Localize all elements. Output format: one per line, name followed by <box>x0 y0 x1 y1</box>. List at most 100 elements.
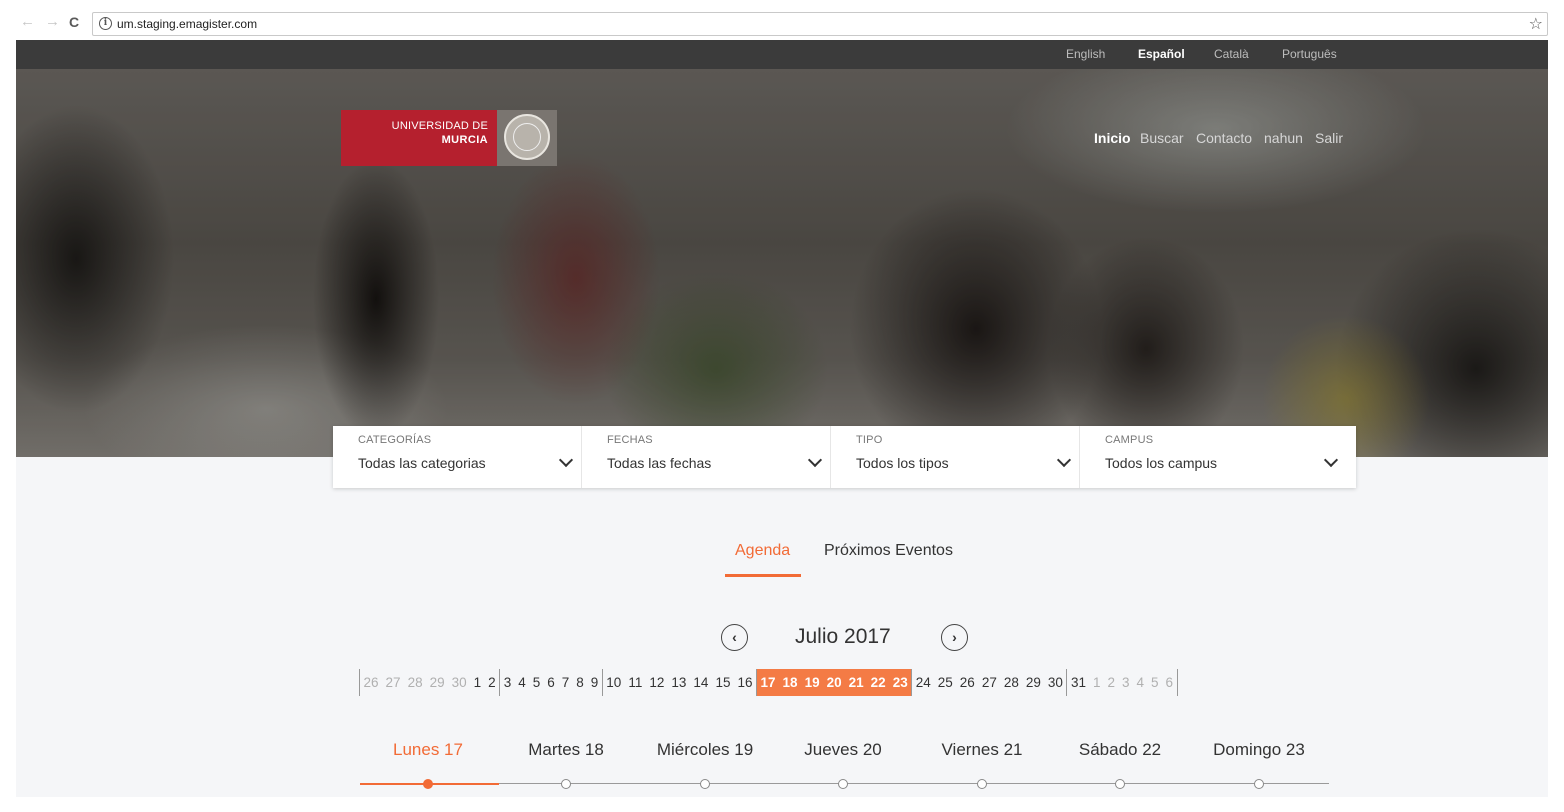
language-bar: English Español Català Português <box>16 40 1548 69</box>
nav-user[interactable]: nahun <box>1264 130 1303 146</box>
day-cell[interactable]: 3 <box>1119 669 1134 696</box>
week-day-tab[interactable]: Lunes 17 <box>393 740 463 760</box>
day-cell[interactable]: 9 <box>587 669 602 696</box>
day-cell[interactable]: 25 <box>934 669 956 696</box>
filter-value: Todas las fechas <box>607 455 712 471</box>
filter-label: TIPO <box>856 434 883 446</box>
day-cell[interactable]: 12 <box>646 669 668 696</box>
bookmark-star-icon[interactable]: ☆ <box>1529 14 1543 34</box>
active-tab-indicator <box>725 574 801 577</box>
chevron-down-icon <box>1323 452 1339 468</box>
day-cell[interactable]: 1 <box>1089 669 1104 696</box>
day-cell[interactable]: 13 <box>668 669 690 696</box>
week-day-tab[interactable]: Viernes 21 <box>942 740 1023 760</box>
day-cell[interactable]: 2 <box>485 669 500 696</box>
logo-line1: UNIVERSIDAD DE <box>391 120 488 132</box>
day-cell[interactable]: 26 <box>360 669 382 696</box>
day-cell[interactable]: 1 <box>470 669 485 696</box>
day-cell[interactable]: 26 <box>956 669 978 696</box>
day-cell[interactable]: 5 <box>529 669 544 696</box>
filter-tipo[interactable]: TIPO Todos los tipos <box>831 426 1080 488</box>
week-day-tab[interactable]: Domingo 23 <box>1213 740 1305 760</box>
day-cell[interactable]: 18 <box>779 669 802 696</box>
tab-agenda[interactable]: Agenda <box>735 542 790 560</box>
url-text[interactable]: um.staging.emagister.com <box>117 17 257 31</box>
week-day-tab[interactable]: Martes 18 <box>528 740 604 760</box>
week-day-tab[interactable]: Jueves 20 <box>804 740 882 760</box>
info-icon[interactable]: i <box>99 17 112 30</box>
filter-categorias[interactable]: CATEGORÍAS Todas las categorias <box>333 426 582 488</box>
nav-salir[interactable]: Salir <box>1315 130 1343 146</box>
day-strip: 26 27 28 29 30 1 2 3 4 5 6 7 8 9 10 11 12 13 14 15 16 17 18 19 2… <box>359 669 1178 696</box>
forward-arrow-icon[interactable]: → <box>45 14 60 29</box>
day-cell[interactable]: 2 <box>1104 669 1119 696</box>
day-cell[interactable]: 28 <box>404 669 426 696</box>
filter-label: FECHAS <box>607 434 653 446</box>
day-cell[interactable]: 4 <box>515 669 530 696</box>
timeline-dot[interactable] <box>1254 779 1264 789</box>
tab-proximos-eventos[interactable]: Próximos Eventos <box>824 542 953 560</box>
week-separator <box>1176 669 1178 696</box>
day-cell[interactable]: 11 <box>625 669 646 696</box>
reload-icon[interactable]: C <box>69 15 79 29</box>
university-seal-icon <box>504 114 550 160</box>
lang-portugues[interactable]: Português <box>1282 47 1337 61</box>
filter-bar: CATEGORÍAS Todas las categorias FECHAS T… <box>333 426 1356 488</box>
timeline-dot[interactable] <box>561 779 571 789</box>
day-cell[interactable]: 6 <box>544 669 559 696</box>
timeline-dot[interactable] <box>838 779 848 789</box>
filter-fechas[interactable]: FECHAS Todas las fechas <box>582 426 831 488</box>
day-cell[interactable]: 20 <box>823 669 846 696</box>
timeline-dot[interactable] <box>977 779 987 789</box>
university-logo[interactable]: UNIVERSIDAD DE MURCIA <box>341 110 557 166</box>
prev-month-button[interactable]: ‹ <box>721 624 748 651</box>
day-cell[interactable]: 8 <box>573 669 588 696</box>
nav-inicio[interactable]: Inicio <box>1094 130 1131 146</box>
chevron-down-icon <box>558 452 574 468</box>
day-cell[interactable]: 15 <box>712 669 734 696</box>
day-cell[interactable]: 24 <box>912 669 934 696</box>
lang-english[interactable]: English <box>1066 47 1105 61</box>
month-label: Julio 2017 <box>795 625 891 648</box>
nav-contacto[interactable]: Contacto <box>1196 130 1252 146</box>
day-cell[interactable]: 22 <box>867 669 890 696</box>
filter-label: CATEGORÍAS <box>358 434 432 446</box>
timeline-dot[interactable] <box>700 779 710 789</box>
day-cell[interactable]: 6 <box>1162 669 1177 696</box>
chevron-down-icon <box>807 452 823 468</box>
day-cell[interactable]: 10 <box>603 669 625 696</box>
week-day-tab[interactable]: Sábado 22 <box>1079 740 1161 760</box>
day-cell[interactable]: 14 <box>690 669 712 696</box>
address-bar[interactable]: i um.staging.emagister.com ☆ <box>92 12 1548 36</box>
day-cell[interactable]: 28 <box>1000 669 1022 696</box>
day-cell[interactable]: 27 <box>978 669 1000 696</box>
lang-catala[interactable]: Català <box>1214 47 1249 61</box>
week-day-tab[interactable]: Miércoles 19 <box>657 740 753 760</box>
day-cell[interactable]: 29 <box>1022 669 1044 696</box>
day-cell[interactable]: 4 <box>1133 669 1148 696</box>
day-cell[interactable]: 31 <box>1067 669 1089 696</box>
back-arrow-icon[interactable]: ← <box>20 14 35 29</box>
day-cell[interactable]: 29 <box>426 669 448 696</box>
timeline-dot[interactable] <box>1115 779 1125 789</box>
day-cell[interactable]: 3 <box>500 669 515 696</box>
next-month-button[interactable]: › <box>941 624 968 651</box>
day-cell[interactable]: 30 <box>448 669 470 696</box>
chevron-right-icon: › <box>952 629 957 645</box>
day-cell[interactable]: 21 <box>845 669 868 696</box>
filter-value: Todos los tipos <box>856 455 949 471</box>
day-cell[interactable]: 7 <box>558 669 573 696</box>
day-cell[interactable]: 19 <box>801 669 824 696</box>
day-cell[interactable]: 17 <box>757 669 780 696</box>
timeline-dot[interactable] <box>423 779 433 789</box>
lang-espanol[interactable]: Español <box>1138 47 1185 61</box>
day-cell[interactable]: 27 <box>382 669 404 696</box>
day-cell[interactable]: 16 <box>734 669 756 696</box>
browser-chrome: ← → C i um.staging.emagister.com ☆ <box>0 0 1564 40</box>
nav-buscar[interactable]: Buscar <box>1140 130 1184 146</box>
day-cell[interactable]: 23 <box>889 669 912 696</box>
chevron-down-icon <box>1056 452 1072 468</box>
day-cell[interactable]: 30 <box>1044 669 1066 696</box>
day-cell[interactable]: 5 <box>1148 669 1163 696</box>
filter-campus[interactable]: CAMPUS Todos los campus <box>1080 426 1356 488</box>
